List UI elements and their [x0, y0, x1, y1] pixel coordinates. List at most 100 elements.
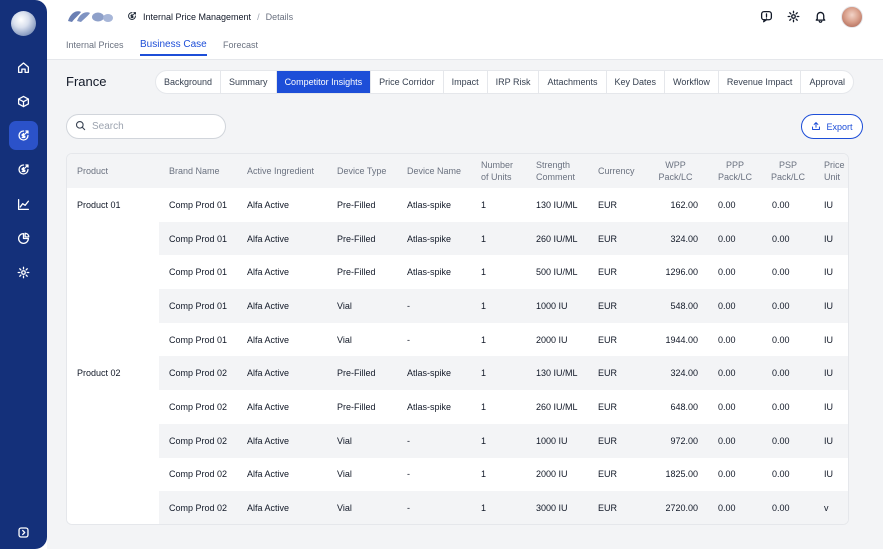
table-row[interactable]: Product 02 Comp Prod 02 Alfa Active Pre-Fil… — [67, 356, 848, 391]
cell-number-of-units: 1 — [471, 322, 526, 357]
header-device-name[interactable]: Device Name — [397, 154, 471, 188]
price-target-icon[interactable] — [9, 121, 38, 150]
tab-irp-risk[interactable]: IRP Risk — [488, 71, 540, 93]
cell-active-ingredient: Alfa Active — [237, 423, 327, 458]
header-active-ingredient[interactable]: Active Ingredient — [237, 154, 327, 188]
brand-logo — [68, 11, 113, 22]
price-target-alt-icon[interactable] — [9, 155, 38, 184]
section-tabs: Background Summary Competitor Insights P… — [155, 70, 854, 94]
search-box — [66, 114, 226, 139]
table-row[interactable]: Comp Prod 02 Alfa Active Vial -1 3000 IU EUR 2… — [67, 491, 848, 524]
cell-device-name: Atlas-spike — [397, 188, 471, 222]
cell-wpp: 162.00 — [643, 188, 708, 222]
tab-revenue-impact[interactable]: Revenue Impact — [719, 71, 802, 93]
cell-wpp: 548.00 — [643, 289, 708, 323]
alert-icon[interactable] — [760, 10, 773, 25]
cell-device-name: Atlas-spike — [397, 390, 471, 424]
box-icon[interactable] — [9, 87, 38, 116]
tab-attachments[interactable]: Attachments — [539, 71, 607, 93]
cell-ppp: 0.00 — [708, 457, 762, 492]
expand-icon[interactable] — [9, 518, 38, 547]
cell-currency: EUR — [588, 322, 643, 357]
app-logo[interactable] — [11, 11, 36, 36]
cell-psp: 0.00 — [762, 491, 814, 524]
table-row[interactable]: Comp Prod 02 Alfa Active Vial -1 1000 IU EUR 9… — [67, 423, 848, 458]
table-row[interactable]: Comp Prod 02 Alfa Active Pre-Filled Atlas-s… — [67, 390, 848, 424]
cell-product: Product 02 — [67, 356, 159, 391]
search-input[interactable] — [92, 121, 212, 132]
cell-ppp: 0.00 — [708, 423, 762, 458]
table-row[interactable]: Comp Prod 01 Alfa Active Pre-Filled Atlas-s… — [67, 221, 848, 256]
header-strength-comment[interactable]: Strength Comment — [526, 154, 588, 188]
export-icon — [811, 121, 821, 133]
tab-impact[interactable]: Impact — [444, 71, 488, 93]
cell-device-type: Vial — [327, 322, 397, 357]
cell-brand-name: Comp Prod 01 — [159, 188, 237, 222]
tab-summary[interactable]: Summary — [221, 71, 277, 93]
cell-wpp: 324.00 — [643, 356, 708, 391]
cell-ppp: 0.00 — [708, 188, 762, 222]
export-button[interactable]: Export — [801, 114, 863, 139]
header-psp[interactable]: PSP Pack/LC — [762, 154, 814, 188]
cell-device-type: Vial — [327, 423, 397, 458]
breadcrumb-page: Details — [265, 12, 294, 22]
cell-price-unit: IU — [814, 289, 848, 323]
header-currency[interactable]: Currency — [588, 154, 643, 188]
cell-ppp: 0.00 — [708, 289, 762, 323]
cell-price-unit: IU — [814, 356, 848, 391]
header-number-of-units[interactable]: Number of Units — [471, 154, 526, 188]
cell-psp: 0.00 — [762, 457, 814, 492]
tab-background[interactable]: Background — [156, 71, 222, 93]
chart-line-icon[interactable] — [9, 190, 38, 219]
cell-strength-comment: 3000 IU — [526, 491, 588, 524]
cell-strength-comment: 130 IU/ML — [526, 188, 588, 222]
cell-price-unit: v — [814, 491, 848, 524]
tab-key-dates[interactable]: Key Dates — [607, 71, 666, 93]
tab-workflow[interactable]: Workflow — [665, 71, 719, 93]
table-row[interactable]: Comp Prod 01 Alfa Active Vial -1 1000 IU EUR 5… — [67, 289, 848, 323]
cell-product — [67, 289, 159, 323]
cell-price-unit: IU — [814, 221, 848, 256]
tab-internal-prices[interactable]: Internal Prices — [66, 40, 124, 50]
cell-currency: EUR — [588, 255, 643, 290]
cell-product — [67, 390, 159, 424]
cell-device-type: Pre-Filled — [327, 188, 397, 222]
header-wpp[interactable]: WPP Pack/LC — [643, 154, 708, 188]
settings-icon[interactable] — [787, 10, 800, 25]
cell-strength-comment: 1000 IU — [526, 289, 588, 323]
cell-ppp: 0.00 — [708, 255, 762, 290]
table-row[interactable]: Comp Prod 02 Alfa Active Vial -1 2000 IU EUR 1… — [67, 457, 848, 492]
cell-strength-comment: 260 IU/ML — [526, 221, 588, 256]
header-product[interactable]: Product — [67, 154, 159, 188]
cell-currency: EUR — [588, 457, 643, 492]
table-row[interactable]: Comp Prod 01 Alfa Active Pre-Filled Atlas-s… — [67, 255, 848, 290]
table-row[interactable]: Comp Prod 01 Alfa Active Vial -1 2000 IU EUR 1… — [67, 322, 848, 357]
avatar[interactable] — [841, 6, 863, 28]
cell-product — [67, 221, 159, 256]
competitor-table: Product Brand Name Active Ingredient Dev… — [66, 153, 849, 525]
header-price-unit[interactable]: Price Unit — [814, 154, 848, 188]
cell-brand-name: Comp Prod 02 — [159, 390, 237, 424]
table-body: Product 01 Comp Prod 01 Alfa Active Pre-Fil… — [67, 188, 848, 524]
header-device-type[interactable]: Device Type — [327, 154, 397, 188]
table-row[interactable]: Product 01 Comp Prod 01 Alfa Active Pre-Fil… — [67, 188, 848, 222]
breadcrumb-app-title[interactable]: Internal Price Management — [143, 12, 251, 22]
header-brand-name[interactable]: Brand Name — [159, 154, 237, 188]
cell-price-unit: IU — [814, 322, 848, 357]
tab-price-corridor[interactable]: Price Corridor — [371, 71, 444, 93]
header-ppp[interactable]: PPP Pack/LC — [708, 154, 762, 188]
cell-wpp: 648.00 — [643, 390, 708, 424]
gear-icon[interactable] — [9, 258, 38, 287]
tab-competitor-insights[interactable]: Competitor Insights — [276, 71, 372, 93]
price-target-icon — [127, 11, 137, 23]
cell-active-ingredient: Alfa Active — [237, 491, 327, 524]
cell-product — [67, 255, 159, 290]
cell-psp: 0.00 — [762, 322, 814, 357]
cell-strength-comment: 130 IU/ML — [526, 356, 588, 391]
tab-business-case[interactable]: Business Case — [140, 39, 207, 56]
tab-forecast[interactable]: Forecast — [223, 40, 258, 50]
home-icon[interactable] — [9, 53, 38, 82]
bell-icon[interactable] — [814, 10, 827, 25]
tab-approval[interactable]: Approval — [801, 71, 853, 93]
pie-chart-icon[interactable] — [9, 224, 38, 253]
